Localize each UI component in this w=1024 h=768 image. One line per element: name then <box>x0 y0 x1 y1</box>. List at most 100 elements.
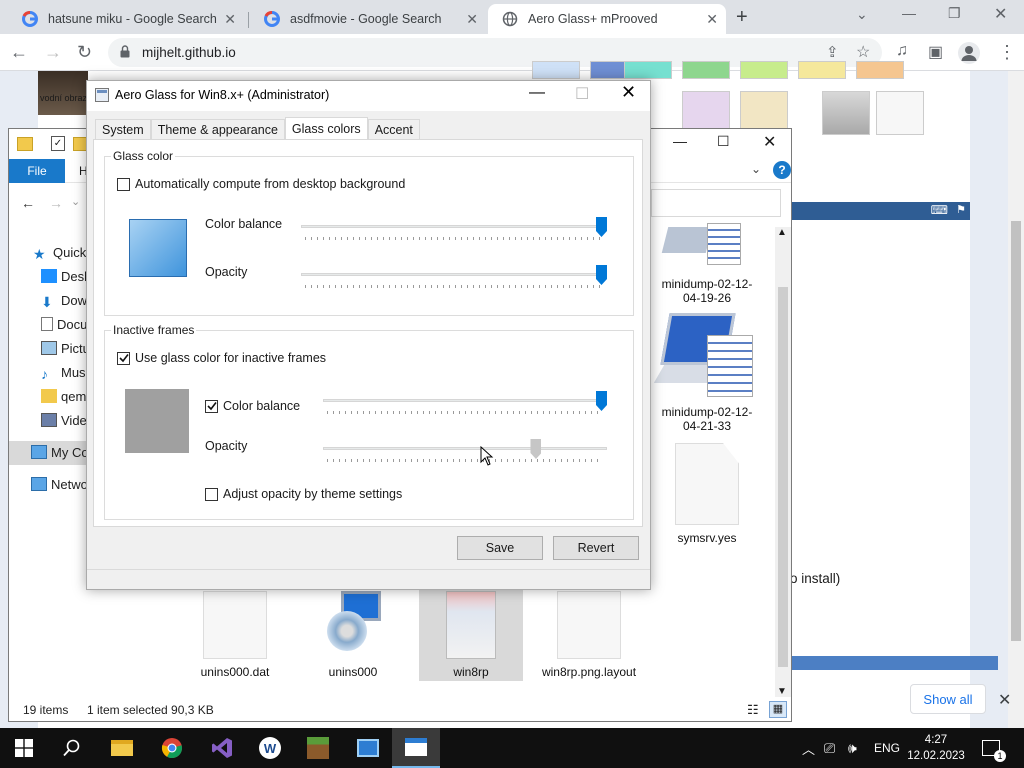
close-icon[interactable]: ✕ <box>224 11 236 28</box>
revert-button[interactable]: Revert <box>553 536 639 560</box>
minimize-icon[interactable]: — <box>529 84 545 102</box>
properties-icon[interactable]: ✓ <box>51 136 65 151</box>
forward-icon[interactable]: → <box>44 42 62 63</box>
share-icon[interactable]: ⇪ <box>826 43 839 61</box>
browser-tab-aeroglass[interactable]: Aero Glass+ mProoved ✕ <box>488 4 726 34</box>
opacity-slider[interactable] <box>301 265 607 288</box>
bookmark-star-icon[interactable]: ☆ <box>856 42 870 62</box>
nav-desktop[interactable]: Desk <box>41 269 91 284</box>
nav-videos[interactable]: Vide <box>41 413 87 428</box>
nav-music[interactable]: ♪ Musi <box>41 365 88 382</box>
color-swatch[interactable] <box>532 61 580 79</box>
inactive-color-balance-slider[interactable] <box>323 391 607 414</box>
nav-my-computer[interactable]: My Co <box>31 445 89 460</box>
scroll-down-icon[interactable]: ▼ <box>777 686 787 697</box>
glass-color-preview[interactable] <box>129 219 187 277</box>
checkbox-box[interactable] <box>117 177 130 191</box>
taskbar-minecraft[interactable] <box>294 728 342 768</box>
auto-compute-checkbox[interactable]: Automatically compute from desktop backg… <box>117 177 405 191</box>
volume-icon[interactable]: 🕪 <box>848 728 857 768</box>
nav-network[interactable]: Netwo <box>31 477 88 492</box>
color-swatch[interactable] <box>682 61 730 79</box>
side-panel-icon[interactable]: ▣ <box>928 42 943 62</box>
color-swatch[interactable] <box>822 91 870 135</box>
tab-theme-appearance[interactable]: Theme & appearance <box>150 119 285 140</box>
file-item[interactable]: minidump-02-12-04-21-33 <box>653 307 757 433</box>
taskbar-chrome[interactable] <box>148 728 196 768</box>
details-view-icon[interactable]: ☷ <box>747 702 759 718</box>
close-icon[interactable]: ✕ <box>998 690 1011 710</box>
chevron-down-icon[interactable]: ⌄ <box>856 6 868 23</box>
file-item[interactable]: win8rp.png.layout <box>539 591 639 679</box>
slider-thumb[interactable] <box>596 265 607 285</box>
nav-pictures[interactable]: Pictu <box>41 341 90 356</box>
checkbox-box[interactable] <box>205 399 218 413</box>
profile-avatar[interactable] <box>958 42 980 64</box>
checkbox-box[interactable] <box>205 487 218 501</box>
nav-quick-access[interactable]: ★ Quick <box>33 245 86 262</box>
reload-icon[interactable]: ↻ <box>77 42 92 63</box>
inactive-color-balance-checkbox[interactable]: Color balance <box>205 399 300 413</box>
nav-qem[interactable]: qem <box>41 389 86 404</box>
inactive-opacity-slider[interactable] <box>323 439 607 462</box>
restore-icon[interactable]: ❐ <box>948 5 961 22</box>
adjust-opacity-checkbox[interactable]: Adjust opacity by theme settings <box>205 487 402 501</box>
minimize-icon[interactable]: — <box>902 5 916 21</box>
taskbar-visual-studio[interactable] <box>198 728 246 768</box>
color-swatch[interactable] <box>624 61 672 79</box>
taskbar-app-w[interactable]: W <box>246 728 294 768</box>
color-balance-slider[interactable] <box>301 217 607 240</box>
tab-system[interactable]: System <box>95 119 151 140</box>
nav-documents[interactable]: Docu <box>41 317 87 332</box>
close-window-icon[interactable]: ✕ <box>994 4 1007 24</box>
back-icon[interactable]: ← <box>21 195 35 211</box>
browser-tab-hatsune[interactable]: hatsune miku - Google Search ✕ <box>8 4 244 34</box>
tab-accent[interactable]: Accent <box>367 119 420 140</box>
page-scrollbar[interactable] <box>1008 71 1024 728</box>
close-window-icon[interactable]: ✕ <box>763 132 776 152</box>
start-button[interactable] <box>0 728 48 768</box>
close-icon[interactable]: ✕ <box>706 11 718 28</box>
tab-glass-colors[interactable]: Glass colors <box>284 117 368 140</box>
file-item[interactable]: unins000.dat <box>185 591 285 679</box>
scroll-up-icon[interactable]: ▲ <box>777 227 787 238</box>
taskbar-app-window[interactable] <box>344 728 392 768</box>
minimize-icon[interactable]: — <box>673 133 687 149</box>
file-item-selected[interactable]: win8rp <box>421 591 521 679</box>
nav-downloads[interactable]: ⬇ Dow <box>41 293 87 310</box>
help-icon[interactable]: ? <box>773 161 791 179</box>
close-window-icon[interactable]: ✕ <box>621 82 636 103</box>
color-swatch[interactable] <box>740 61 788 79</box>
close-icon[interactable]: ✕ <box>466 11 478 28</box>
use-glass-color-checkbox[interactable]: Use glass color for inactive frames <box>117 351 326 365</box>
color-swatch[interactable] <box>798 61 846 79</box>
language-indicator[interactable]: ENG <box>874 728 900 768</box>
search-button[interactable] <box>48 728 96 768</box>
menu-kebab-icon[interactable]: ⋮ <box>998 42 1016 63</box>
chevron-down-icon[interactable]: ⌄ <box>71 195 80 208</box>
scroll-thumb[interactable] <box>1011 221 1021 641</box>
explorer-scrollbar[interactable]: ▲ ▼ <box>775 227 791 697</box>
taskbar-file-explorer[interactable] <box>98 728 146 768</box>
show-all-button[interactable]: Show all <box>910 684 986 714</box>
back-icon[interactable]: ← <box>10 42 28 63</box>
save-button[interactable]: Save <box>457 536 543 560</box>
inactive-color-preview[interactable] <box>125 389 189 453</box>
checkbox-box[interactable] <box>117 351 130 365</box>
file-item[interactable]: symsrv.yes <box>657 443 757 545</box>
chevron-down-icon[interactable]: ⌄ <box>751 162 761 176</box>
tray-overflow-icon[interactable]: ︿ <box>802 728 815 768</box>
explorer-search-box[interactable] <box>651 189 781 217</box>
slider-thumb[interactable] <box>530 439 542 459</box>
network-tray-icon[interactable]: ⎚ <box>824 728 835 768</box>
media-icon[interactable]: ♫ <box>896 42 908 60</box>
taskbar-clock[interactable]: 4:27 12.02.2023 <box>904 732 968 764</box>
browser-tab-asdfmovie[interactable]: asdfmovie - Google Search ✕ <box>250 4 486 34</box>
ribbon-file-tab[interactable]: File <box>9 159 65 183</box>
file-item[interactable]: minidump-02-12-04-19-26 <box>657 223 757 305</box>
maximize-icon[interactable]: ☐ <box>717 133 730 150</box>
new-tab-button[interactable]: + <box>736 6 748 29</box>
taskbar-aero-glass[interactable] <box>392 728 440 768</box>
file-item[interactable]: unins000 <box>303 591 403 679</box>
large-icons-view-icon[interactable]: ▦ <box>769 701 787 718</box>
